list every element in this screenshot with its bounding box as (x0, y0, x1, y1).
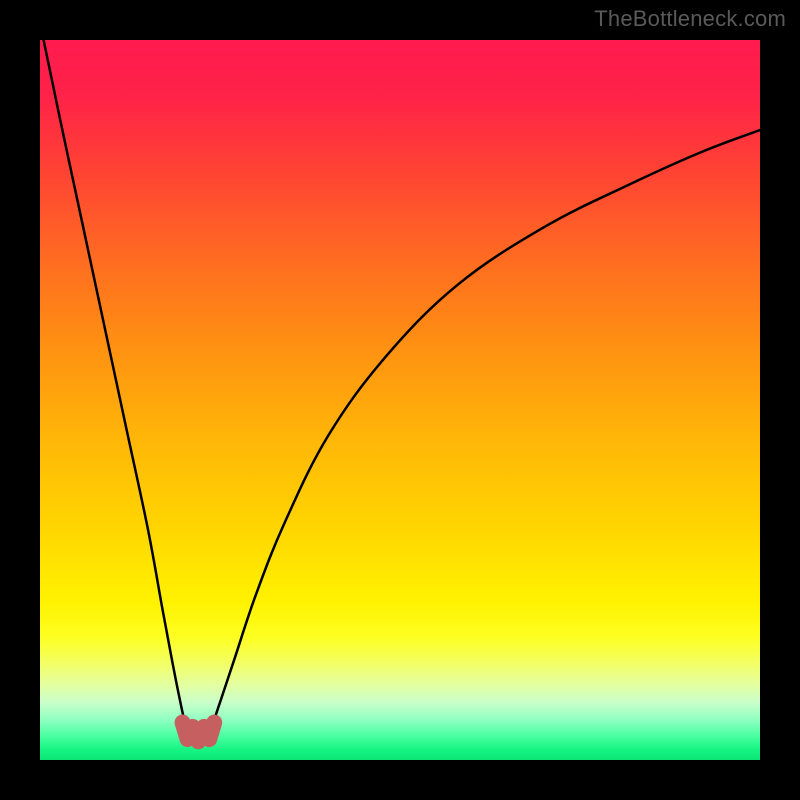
left-branch-line (44, 40, 192, 740)
bottom-nodule-line (183, 723, 215, 742)
right-branch-line (206, 130, 760, 740)
plot-area (40, 40, 760, 760)
chart-frame: TheBottleneck.com (0, 0, 800, 800)
curves-layer (40, 40, 760, 760)
watermark-text: TheBottleneck.com (594, 6, 786, 32)
